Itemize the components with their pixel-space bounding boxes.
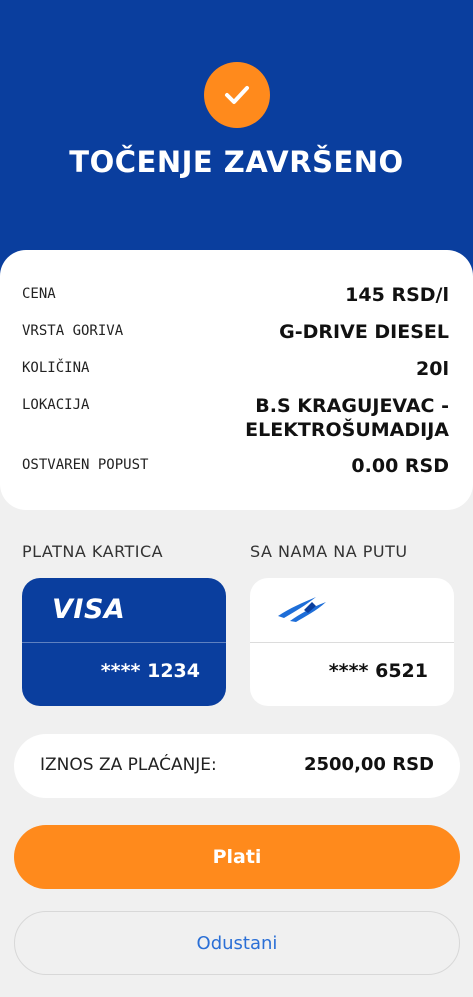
card-divider bbox=[250, 642, 454, 643]
detail-value: G-DRIVE DIESEL bbox=[279, 321, 449, 343]
detail-label: CENA bbox=[22, 286, 56, 302]
card-number: **** 1234 bbox=[100, 660, 200, 682]
visa-logo-icon: VISA bbox=[52, 594, 126, 625]
loyalty-logo-icon bbox=[278, 597, 326, 622]
amount-label: IZNOS ZA PLAĆANJE: bbox=[40, 755, 217, 775]
card-divider bbox=[22, 642, 226, 643]
loyalty-card[interactable]: **** 6521 bbox=[250, 578, 454, 706]
detail-label: VRSTA GORIVA bbox=[22, 323, 124, 339]
loyalty-card-label: SA NAMA NA PUTU bbox=[250, 542, 408, 561]
cancel-button[interactable]: Odustani bbox=[14, 911, 460, 975]
detail-value: 145 RSD/l bbox=[345, 284, 449, 306]
payment-card[interactable]: VISA **** 1234 bbox=[22, 578, 226, 706]
location-line-2: ELEKTROŠUMADIJA bbox=[245, 419, 449, 441]
checkmark-icon bbox=[225, 86, 249, 104]
detail-value: 0.00 RSD bbox=[351, 455, 449, 477]
detail-value: 20l bbox=[416, 358, 449, 380]
success-badge bbox=[204, 62, 270, 128]
pay-button[interactable]: Plati bbox=[14, 825, 460, 889]
detail-label: OSTVAREN POPUST bbox=[22, 457, 149, 473]
fueling-details-card: CENA 145 RSD/l VRSTA GORIVA G-DRIVE DIES… bbox=[0, 250, 473, 510]
amount-value: 2500,00 RSD bbox=[303, 754, 434, 775]
location-line-1: B.S KRAGUJEVAC - bbox=[255, 395, 449, 417]
detail-label: LOKACIJA bbox=[22, 397, 90, 413]
amount-summary: IZNOS ZA PLAĆANJE: 2500,00 RSD bbox=[14, 734, 460, 798]
detail-value-location: B.S KRAGUJEVAC - ELEKTROŠUMADIJA bbox=[245, 394, 449, 442]
detail-label: KOLIČINA bbox=[22, 360, 90, 376]
payment-card-label: PLATNA KARTICA bbox=[22, 542, 164, 561]
page-title: TOČENJE ZAVRŠENO bbox=[69, 145, 404, 179]
card-number: **** 6521 bbox=[328, 660, 428, 682]
